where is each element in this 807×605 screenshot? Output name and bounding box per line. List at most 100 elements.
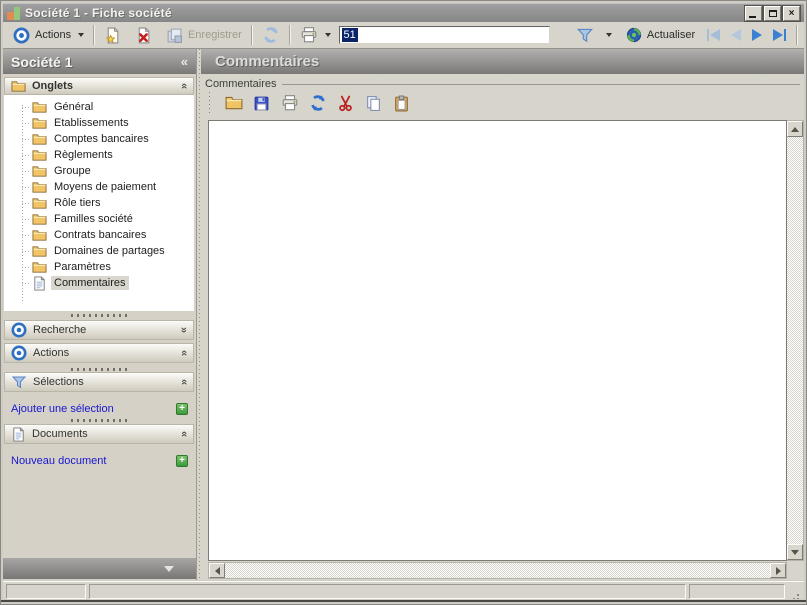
refresh-button[interactable] xyxy=(258,24,284,46)
sidebar-title: Société 1 xyxy=(11,53,73,70)
cut-button[interactable] xyxy=(336,94,355,113)
target-icon xyxy=(11,345,27,361)
tree-item-etablissements[interactable]: Etablissements xyxy=(4,115,194,131)
tree-item-domaines-de-partages[interactable]: Domaines de partages xyxy=(4,243,194,259)
tree-item-comptes-bancaires[interactable]: Comptes bancaires xyxy=(4,131,194,147)
status-panel-3 xyxy=(689,584,785,599)
editor-toolbar xyxy=(208,91,411,115)
copy-button[interactable] xyxy=(364,94,383,113)
tree-connector xyxy=(22,250,30,252)
actualiser-button[interactable]: Actualiser xyxy=(622,25,699,45)
tree-item-groupe[interactable]: Groupe xyxy=(4,163,194,179)
tree-item-familles-societe[interactable]: Familles société xyxy=(4,211,194,227)
tree-item-commentaires[interactable]: Commentaires xyxy=(4,275,194,291)
tree-item-parametres[interactable]: Paramètres xyxy=(4,259,194,275)
groupbox-label: Commentaires xyxy=(205,78,277,90)
tree-item-label: Rôle tiers xyxy=(54,197,101,209)
scroll-down-button[interactable] xyxy=(787,544,803,560)
folder-icon xyxy=(32,132,47,147)
nav-first-button[interactable] xyxy=(707,29,721,41)
actualiser-label: Actualiser xyxy=(646,29,696,41)
new-document-link[interactable]: Nouveau document xyxy=(11,455,176,467)
vertical-scrollbar[interactable] xyxy=(787,120,804,561)
toolbar-separator xyxy=(288,25,291,45)
printer-icon xyxy=(281,94,299,112)
splitter-dots xyxy=(70,313,129,317)
new-document-plus-button[interactable]: + xyxy=(176,455,188,467)
paste-icon xyxy=(393,95,410,112)
tree-connector xyxy=(22,218,30,220)
tree-item-contrats-bancaires[interactable]: Contrats bancaires xyxy=(4,227,194,243)
recherche-section-header[interactable]: Recherche « xyxy=(4,320,194,340)
tree-item-moyens-de-paiement[interactable]: Moyens de paiement xyxy=(4,179,194,195)
paste-button[interactable] xyxy=(392,94,411,113)
resize-grip[interactable] xyxy=(788,584,802,599)
main-toolbar: Actions Enregistrer 51 Actualiser xyxy=(3,22,804,49)
sidebar-overflow-bar[interactable] xyxy=(3,558,196,579)
folder-icon xyxy=(32,228,47,243)
nav-next-button[interactable] xyxy=(752,29,763,41)
folder-icon xyxy=(32,244,47,259)
add-selection-link[interactable]: Ajouter une sélection xyxy=(11,403,176,415)
sidebar-splitter[interactable] xyxy=(3,416,196,424)
scroll-left-button[interactable] xyxy=(209,563,225,578)
chevron-up-icon: « xyxy=(177,430,190,438)
minimize-button[interactable] xyxy=(745,6,762,21)
toolbar-separator xyxy=(796,25,799,45)
toolbar-separator xyxy=(93,25,95,45)
actions-menu-button[interactable]: Actions xyxy=(9,25,88,46)
tree-connector xyxy=(22,170,30,172)
actualiser-icon xyxy=(626,27,642,43)
selections-section-header[interactable]: Sélections « xyxy=(4,372,194,392)
filter-button[interactable] xyxy=(572,24,598,46)
tree-connector xyxy=(22,106,30,108)
refresh-button[interactable] xyxy=(308,94,327,113)
nav-last-button[interactable] xyxy=(773,29,787,41)
comments-editor-frame xyxy=(208,120,787,561)
sidebar-splitter[interactable] xyxy=(3,311,196,319)
folder-icon xyxy=(32,260,47,275)
title-bar[interactable]: Société 1 - Fiche société × xyxy=(3,3,804,22)
chevron-down-icon: « xyxy=(177,326,190,334)
save-button[interactable] xyxy=(252,94,271,113)
documents-section-header[interactable]: Documents « xyxy=(4,424,194,444)
tree-item-role-tiers[interactable]: Rôle tiers xyxy=(4,195,194,211)
horizontal-scrollbar[interactable] xyxy=(208,562,787,579)
open-button[interactable] xyxy=(224,94,243,113)
status-panel-1 xyxy=(6,584,86,599)
actions-section-header[interactable]: Actions « xyxy=(4,343,194,363)
commentaires-groupbox: Commentaires xyxy=(205,77,800,91)
tree-connector xyxy=(22,234,30,236)
record-number-input[interactable]: 51 xyxy=(338,26,550,44)
tree-item-label: Règlements xyxy=(54,149,113,161)
sidebar-collapse-icon[interactable]: « xyxy=(181,54,188,69)
application-window: Société 1 - Fiche société × Actions Enre… xyxy=(0,0,807,605)
comments-editor[interactable] xyxy=(209,121,786,560)
sidebar-header: Société 1 « xyxy=(3,49,196,74)
tree-item-reglements[interactable]: Règlements xyxy=(4,147,194,163)
delete-record-button[interactable] xyxy=(131,25,156,46)
print-button[interactable] xyxy=(296,24,335,46)
onglets-section-header[interactable]: Onglets « xyxy=(4,77,194,95)
save-button[interactable]: Enregistrer xyxy=(162,25,246,46)
chevron-up-icon: « xyxy=(177,378,190,386)
close-button[interactable]: × xyxy=(783,6,800,21)
toolbar-grip[interactable] xyxy=(208,92,211,114)
chevron-down-icon[interactable] xyxy=(605,33,612,37)
new-record-button[interactable] xyxy=(100,25,125,46)
scroll-up-button[interactable] xyxy=(787,121,803,137)
maximize-button[interactable] xyxy=(764,6,781,21)
refresh-icon xyxy=(262,26,280,44)
add-selection-plus-button[interactable]: + xyxy=(176,403,188,415)
tree-item-label: Général xyxy=(54,101,94,113)
nav-previous-button[interactable] xyxy=(731,29,742,41)
print-button[interactable] xyxy=(280,94,299,113)
tree-item-general[interactable]: Général xyxy=(4,99,194,115)
scroll-right-button[interactable] xyxy=(770,563,786,578)
main-panel: Commentaires Commentaires xyxy=(201,49,804,580)
main-panel-header: Commentaires xyxy=(201,49,804,74)
tree-connector xyxy=(22,282,30,284)
folder-icon xyxy=(32,196,47,211)
filter-funnel-icon xyxy=(11,374,27,390)
onglets-tree: Général Etablissements Comptes bancaires… xyxy=(4,95,194,311)
